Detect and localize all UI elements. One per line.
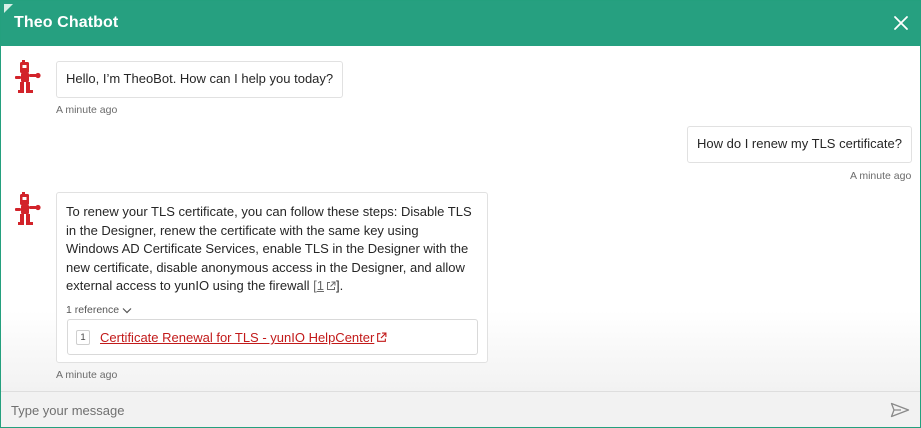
external-link-icon	[326, 281, 336, 290]
reference-title: Certificate Renewal for TLS - yunIO Help…	[100, 330, 375, 345]
answer-text: To renew your TLS certificate, you can f…	[66, 203, 478, 296]
message-timestamp: A minute ago	[850, 170, 912, 182]
references-toggle[interactable]: 1 reference	[66, 301, 132, 320]
chat-header: Theo Chatbot	[1, 1, 920, 46]
answer-end: ].	[335, 278, 344, 293]
reference-card[interactable]: 1 Certificate Renewal for TLS - yunIO He…	[67, 319, 478, 355]
answer-line: in the Designer, renew the certificate w…	[66, 222, 419, 238]
external-link-icon	[377, 332, 387, 342]
user-message-bubble: How do I renew my TLS certificate?	[687, 126, 912, 163]
chevron-down-icon	[122, 308, 132, 314]
message-composer	[1, 391, 920, 427]
citation-number: 1	[316, 278, 324, 293]
reference-link[interactable]: Certificate Renewal for TLS - yunIO Help…	[100, 329, 387, 348]
answer-line: Windows AD Certificate Services, enable …	[66, 241, 469, 256]
message-list[interactable]: Hello, I’m TheoBot. How can I help you t…	[1, 46, 920, 391]
answer-line: To renew your TLS certificate, you can f…	[66, 204, 472, 219]
bot-answer-bubble: To renew your TLS certificate, you can f…	[56, 192, 488, 363]
answer-line-last: external access to yunIO using the firew…	[66, 277, 478, 296]
references-toggle-label: 1 reference	[66, 304, 120, 316]
theo-robot-icon	[15, 192, 41, 225]
answer-line: new certificate, disable anonymous acces…	[66, 259, 465, 275]
close-icon[interactable]	[891, 13, 911, 33]
citation-link[interactable]: 1	[317, 278, 336, 293]
send-icon[interactable]	[890, 402, 910, 418]
message-input[interactable]	[11, 401, 871, 419]
message-timestamp: A minute ago	[56, 104, 118, 116]
answer-line: external access to yunIO using the firew…	[66, 278, 314, 293]
reference-number: 1	[76, 330, 90, 345]
bot-message-bubble: Hello, I’m TheoBot. How can I help you t…	[56, 61, 344, 98]
chatbot-window: Theo Chatbot Hello, I’m TheoBot. How can…	[0, 0, 921, 428]
message-timestamp: A minute ago	[56, 369, 118, 381]
corner-marker	[4, 4, 13, 13]
chat-title: Theo Chatbot	[14, 14, 119, 31]
theo-robot-icon	[15, 60, 41, 93]
